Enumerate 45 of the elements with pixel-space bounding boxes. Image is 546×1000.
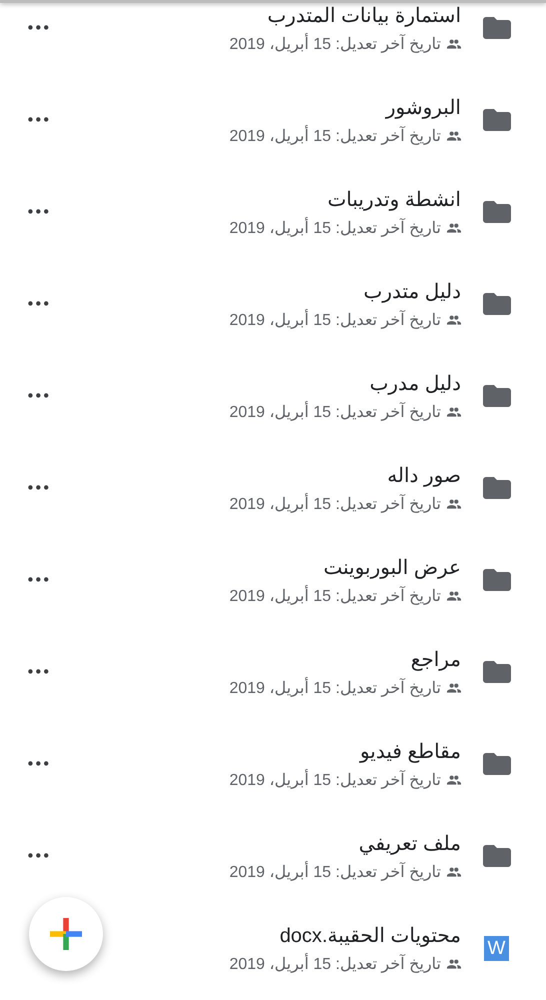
folder-icon xyxy=(483,845,511,867)
more-options-button[interactable]: ••• xyxy=(26,387,50,405)
file-name[interactable]: دليل مدرب xyxy=(370,370,461,396)
new-button[interactable] xyxy=(29,897,103,971)
modified-date: تاريخ آخر تعديل: 15 أبريل، 2019 xyxy=(229,218,441,238)
more-options-button[interactable]: ••• xyxy=(26,295,50,313)
modified-date: تاريخ آخر تعديل: 15 أبريل، 2019 xyxy=(229,34,441,54)
more-options-button[interactable]: ••• xyxy=(26,19,50,37)
more-options-button[interactable]: ••• xyxy=(26,203,50,221)
folder-icon xyxy=(483,569,511,591)
more-options-button[interactable]: ••• xyxy=(26,847,50,865)
folder-icon xyxy=(483,477,511,499)
more-options-button[interactable]: ••• xyxy=(26,571,50,589)
file-name[interactable]: ملف تعريفي xyxy=(358,830,461,856)
more-options-button[interactable]: ••• xyxy=(26,111,50,129)
folder-icon xyxy=(483,661,511,683)
modified-date: تاريخ آخر تعديل: 15 أبريل، 2019 xyxy=(229,126,441,146)
more-options-button[interactable]: ••• xyxy=(26,479,50,497)
file-name[interactable]: البروشور xyxy=(386,94,461,120)
folder-icon xyxy=(483,385,511,407)
folder-icon xyxy=(483,109,511,131)
modified-date: تاريخ آخر تعديل: 15 أبريل، 2019 xyxy=(229,586,441,606)
file-name[interactable]: انشطة وتدريبات xyxy=(327,186,461,212)
word-document-icon: W xyxy=(484,936,509,960)
file-name[interactable]: عرض البوربوينت xyxy=(323,554,461,580)
modified-date: تاريخ آخر تعديل: 15 أبريل، 2019 xyxy=(229,494,441,514)
modified-date: تاريخ آخر تعديل: 15 أبريل، 2019 xyxy=(229,954,441,974)
more-options-button[interactable]: ••• xyxy=(26,663,50,681)
more-options-button[interactable]: ••• xyxy=(26,755,50,773)
modified-date: تاريخ آخر تعديل: 15 أبريل، 2019 xyxy=(229,402,441,422)
folder-icon xyxy=(483,201,511,223)
file-name[interactable]: محتويات الحقيبة.docx xyxy=(280,922,461,948)
modified-date: تاريخ آخر تعديل: 15 أبريل، 2019 xyxy=(229,770,441,790)
modified-date: تاريخ آخر تعديل: 15 أبريل، 2019 xyxy=(229,310,441,330)
file-name[interactable]: مقاطع فيديو xyxy=(360,738,461,764)
modified-date: تاريخ آخر تعديل: 15 أبريل، 2019 xyxy=(229,678,441,698)
file-name[interactable]: مراجع xyxy=(410,646,461,672)
file-name[interactable]: صور داله xyxy=(387,462,461,488)
folder-icon xyxy=(483,753,511,775)
file-name[interactable]: دليل متدرب xyxy=(364,278,461,304)
folder-icon xyxy=(483,293,511,315)
modified-date: تاريخ آخر تعديل: 15 أبريل، 2019 xyxy=(229,862,441,882)
folder-icon xyxy=(483,17,511,39)
file-name[interactable]: استمارة بيانات المتدرب xyxy=(267,2,461,28)
plus-icon xyxy=(50,918,82,950)
